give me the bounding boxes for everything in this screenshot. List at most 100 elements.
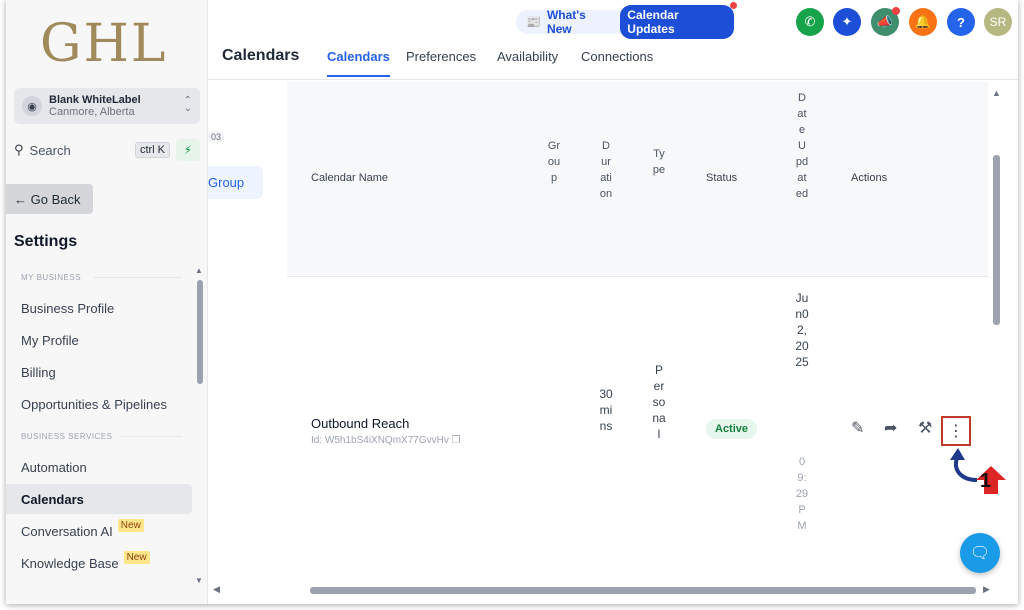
sidebar-item-label: Calendars: [21, 491, 84, 507]
announcements-button[interactable]: 📣: [871, 7, 900, 36]
tab-connections[interactable]: Connections: [581, 49, 653, 77]
scroll-right-arrow-icon[interactable]: ▶: [983, 584, 990, 595]
sparkle-icon: ✦: [841, 14, 853, 29]
scroll-up-arrow-icon[interactable]: ▲: [195, 266, 203, 275]
sidebar-item-automation[interactable]: Automation: [6, 452, 192, 482]
vertical-scrollbar-thumb[interactable]: [993, 155, 1000, 325]
company-logo: GHL: [40, 14, 168, 74]
column-header-group: Group: [547, 140, 561, 184]
step-number: 1: [980, 470, 992, 492]
search-label: Search: [29, 142, 71, 158]
quick-action-bolt-icon[interactable]: ⚡: [176, 139, 200, 161]
search-shortcut: ctrl K: [134, 142, 170, 158]
top-header: 📰 What's New Calendar Updates ✆ ✦ 📣 🔔 ? …: [208, 0, 1018, 80]
app-window: GHL ◉ Blank WhiteLabel Canmore, Alberta …: [6, 0, 1018, 604]
sidebar-item-label: Knowledge Base: [21, 555, 119, 571]
page-title: Calendars: [222, 47, 300, 64]
account-switcher[interactable]: ◉ Blank WhiteLabel Canmore, Alberta ⌃ ⌄: [14, 88, 200, 124]
group-count-badge: 03: [208, 131, 225, 143]
sidebar-item-calendars[interactable]: Calendars: [6, 484, 192, 514]
whats-new-label: What's New: [546, 8, 586, 36]
column-header-status: Status: [706, 172, 738, 184]
sidebar-scrollbar-thumb[interactable]: [197, 280, 203, 384]
scroll-left-arrow-icon[interactable]: ◀: [213, 584, 220, 595]
calendar-updates-label: Calendar Updates: [627, 8, 679, 36]
scroll-up-arrow-icon[interactable]: ▲: [992, 88, 1001, 98]
help-button[interactable]: ?: [947, 8, 975, 36]
copy-icon[interactable]: ❐: [452, 435, 461, 446]
sidebar-item-my-profile[interactable]: My Profile: [6, 325, 192, 355]
section-divider: [94, 277, 182, 278]
go-back-button[interactable]: ← Go Back: [6, 184, 93, 214]
section-label-my-business: MY BUSINESS: [21, 273, 82, 282]
whats-new-banner[interactable]: 📰 What's New Calendar Updates: [516, 2, 737, 39]
sidebar-item-business-profile[interactable]: Business Profile: [6, 293, 192, 323]
section-divider: [120, 436, 182, 437]
column-header-duration: Duration: [599, 140, 613, 200]
scroll-down-arrow-icon[interactable]: ▼: [195, 576, 203, 585]
notification-dot: [730, 2, 737, 9]
location-icon: ◉: [22, 96, 42, 116]
phone-button[interactable]: ✆: [796, 8, 824, 36]
search-input[interactable]: ⚲ Search ctrl K: [14, 139, 170, 161]
tools-icon[interactable]: ⚒: [918, 418, 932, 438]
calendar-duration: 30mins: [599, 387, 613, 433]
news-icon: 📰: [526, 15, 541, 29]
table-row[interactable]: Outbound Reach Id: W5h1bS4iXNQmX77GvvHv …: [287, 278, 988, 582]
sidebar-item-knowledge-base[interactable]: Knowledge Base New: [6, 548, 192, 578]
sidebar-item-label: Opportunities & Pipelines: [21, 396, 167, 412]
phone-icon: ✆: [804, 14, 816, 29]
chat-support-button[interactable]: 🗨: [960, 533, 1000, 573]
tab-calendars[interactable]: Calendars: [327, 49, 390, 77]
sidebar-item-label: Automation: [21, 459, 87, 475]
kebab-menu-icon: ⋮: [948, 423, 964, 440]
chat-icon: 🗨: [969, 545, 991, 562]
chevron-updown-icon: ⌃ ⌄: [183, 95, 192, 114]
notification-dot: [892, 7, 900, 15]
megaphone-icon: 📣: [876, 14, 894, 29]
ai-sparkle-button[interactable]: ✦: [833, 8, 861, 36]
sidebar-item-opportunities-pipelines[interactable]: Opportunities & Pipelines: [6, 389, 192, 419]
column-header-actions: Actions: [851, 172, 888, 184]
tab-preferences[interactable]: Preferences: [406, 49, 476, 77]
sidebar-item-label: Billing: [21, 364, 56, 380]
column-header-calendar-name: Calendar Name: [311, 172, 389, 184]
column-header-date-updated: DateUpdated: [795, 92, 809, 200]
new-badge: New: [117, 518, 144, 532]
calendar-name[interactable]: Outbound Reach: [311, 416, 409, 431]
account-location: Canmore, Alberta: [49, 106, 135, 118]
calendar-id: Id: W5h1bS4iXNQmX77GvvHv ❐: [311, 435, 461, 446]
group-filter-button[interactable]: Group: [208, 166, 263, 199]
sidebar-item-label: Business Profile: [21, 300, 115, 316]
calendar-id-text: Id: W5h1bS4iXNQmX77GvvHv: [311, 435, 449, 446]
sidebar: GHL ◉ Blank WhiteLabel Canmore, Alberta …: [6, 0, 208, 604]
column-header-type: Type: [652, 148, 666, 176]
notifications-button[interactable]: 🔔: [909, 8, 937, 36]
calendar-updates-pill[interactable]: Calendar Updates: [620, 2, 737, 39]
sidebar-item-conversation-ai[interactable]: Conversation AI New: [6, 516, 192, 546]
user-avatar[interactable]: SR: [984, 8, 1012, 36]
calendar-type: Personal: [652, 363, 666, 441]
more-options-button[interactable]: ⋮: [941, 416, 971, 446]
status-badge: Active: [706, 419, 758, 439]
section-label-business-services: BUSINESS SERVICES: [21, 432, 113, 441]
help-icon: ?: [957, 14, 965, 30]
date-updated-date: Jun02,2025: [795, 291, 809, 369]
tab-availability[interactable]: Availability: [497, 49, 558, 77]
edit-pencil-icon[interactable]: ✎: [851, 418, 864, 438]
table-header: Calendar Name Group Duration Type Status…: [287, 82, 988, 277]
settings-title: Settings: [14, 233, 78, 250]
search-icon: ⚲: [14, 142, 24, 157]
account-name: Blank WhiteLabel: [49, 94, 141, 106]
horizontal-scrollbar-thumb[interactable]: [310, 587, 976, 594]
calendars-table: Calendar Name Group Duration Type Status…: [287, 82, 988, 582]
go-back-label: Go Back: [30, 191, 81, 207]
sidebar-item-label: My Profile: [21, 332, 79, 348]
arrow-left-icon: ←: [14, 191, 31, 207]
date-updated-time: 09:29PM: [795, 456, 809, 532]
new-badge: New: [123, 550, 150, 564]
bell-icon: 🔔: [914, 14, 932, 29]
share-arrow-icon[interactable]: ➦: [884, 418, 897, 438]
sidebar-item-billing[interactable]: Billing: [6, 357, 192, 387]
sidebar-item-label: Conversation AI: [21, 523, 113, 539]
